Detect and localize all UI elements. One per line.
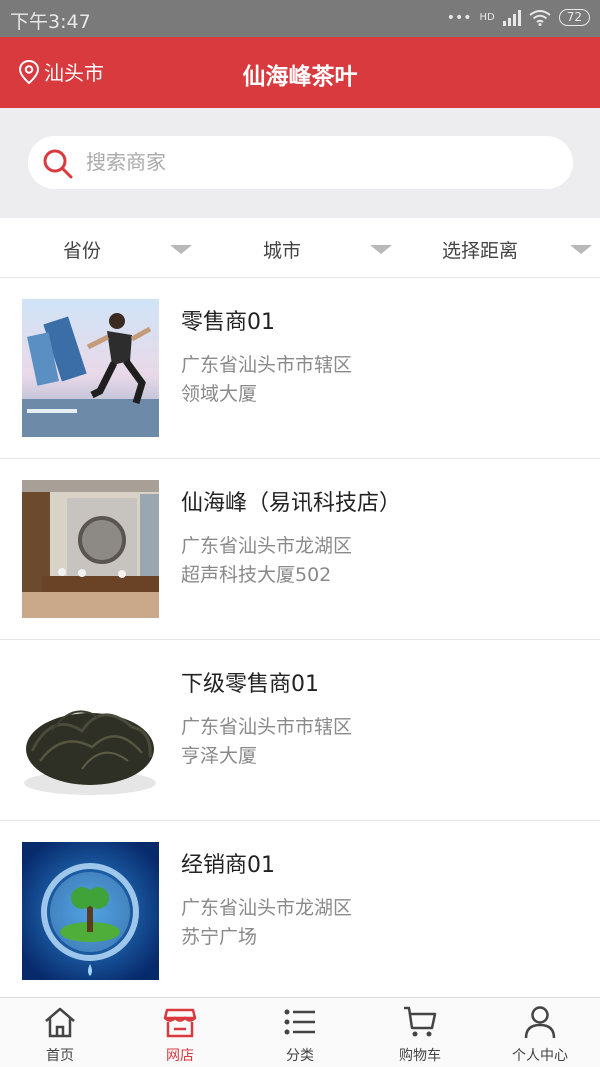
filter-distance[interactable]: 选择距离 (400, 218, 600, 278)
wifi-icon (529, 9, 551, 26)
user-icon (524, 1006, 556, 1039)
filter-province-label: 省份 (63, 240, 102, 262)
list-icon (284, 1009, 315, 1035)
filter-bar: 省份 城市 选择距离 (0, 218, 600, 278)
shop-address-region: 广东省汕头市龙湖区 (181, 897, 353, 919)
shop-list-item[interactable]: 下级零售商01 广东省汕头市市辖区 亨泽大厦 (0, 640, 600, 821)
app-header: 汕头市 仙海峰茶叶 (0, 37, 600, 108)
nav-home[interactable]: 首页 (0, 998, 120, 1067)
nav-cart-label: 购物车 (399, 1048, 441, 1064)
nav-profile[interactable]: 个人中心 (480, 998, 600, 1067)
shop-list-item[interactable]: 零售商01 广东省汕头市市辖区 领域大厦 (0, 278, 600, 459)
search-section (0, 108, 600, 218)
battery-icon: 72 (558, 9, 590, 26)
shop-address-detail: 亨泽大厦 (181, 745, 258, 767)
shop-name: 下级零售商01 (181, 672, 319, 697)
dropdown-arrow-icon (170, 245, 192, 254)
network-label: HD (479, 12, 495, 23)
cart-icon (404, 1006, 437, 1037)
search-icon (43, 149, 73, 179)
shop-name: 仙海峰（易讯科技店） (181, 491, 402, 516)
shop-name: 零售商01 (181, 310, 275, 335)
shop-address-region: 广东省汕头市龙湖区 (181, 535, 353, 557)
shop-list-item[interactable]: 经销商01 广东省汕头市龙湖区 苏宁广场 (0, 821, 600, 1002)
search-box[interactable] (28, 136, 573, 189)
nav-store[interactable]: 网店 (120, 998, 240, 1067)
filter-province[interactable]: 省份 (0, 218, 200, 278)
shop-address-detail: 领域大厦 (181, 383, 258, 405)
tea-leaves-photo-image (22, 661, 159, 799)
filter-distance-label: 选择距离 (442, 240, 519, 262)
nav-home-label: 首页 (46, 1048, 74, 1064)
shop-address-detail: 超声科技大厦502 (181, 564, 332, 586)
dropdown-arrow-icon (370, 245, 392, 254)
dropdown-arrow-icon (570, 245, 592, 254)
shop-list: 零售商01 广东省汕头市市辖区 领域大厦 仙海峰（易讯科技店） 广东省汕头市龙湖… (0, 278, 600, 1002)
shop-address-detail: 苏宁广场 (181, 926, 258, 948)
shop-address-region: 广东省汕头市市辖区 (181, 354, 353, 376)
nav-category[interactable]: 分类 (240, 998, 360, 1067)
shop-list-item[interactable]: 仙海峰（易讯科技店） 广东省汕头市龙湖区 超声科技大厦502 (0, 459, 600, 640)
status-bar: 下午3:47 ••• HD 72 (0, 0, 600, 37)
tea-room-photo-image (22, 480, 159, 618)
shop-thumbnail (22, 842, 159, 980)
tree-globe-photo-image (22, 842, 159, 980)
shop-thumbnail (22, 480, 159, 618)
status-icons: ••• HD 72 (447, 9, 590, 26)
page-title: 仙海峰茶叶 (242, 64, 358, 90)
runner-photo-image (22, 299, 159, 437)
status-time: 下午3:47 (10, 11, 91, 33)
nav-profile-label: 个人中心 (512, 1048, 568, 1064)
shop-address-region: 广东省汕头市市辖区 (181, 716, 353, 738)
signal-icon (502, 9, 521, 26)
filter-city[interactable]: 城市 (200, 218, 400, 278)
shop-name: 经销商01 (181, 853, 275, 878)
home-icon (45, 1007, 75, 1038)
nav-store-label: 网店 (166, 1048, 194, 1064)
shop-thumbnail (22, 661, 159, 799)
nav-cart[interactable]: 购物车 (360, 998, 480, 1067)
shop-thumbnail (22, 299, 159, 437)
filter-city-label: 城市 (263, 240, 302, 262)
nav-category-label: 分类 (286, 1048, 314, 1064)
more-dots-icon: ••• (446, 9, 472, 26)
search-input[interactable] (86, 146, 556, 178)
store-icon (163, 1008, 197, 1038)
bottom-nav: 首页 网店 分类 购物车 个人中心 (0, 997, 600, 1067)
